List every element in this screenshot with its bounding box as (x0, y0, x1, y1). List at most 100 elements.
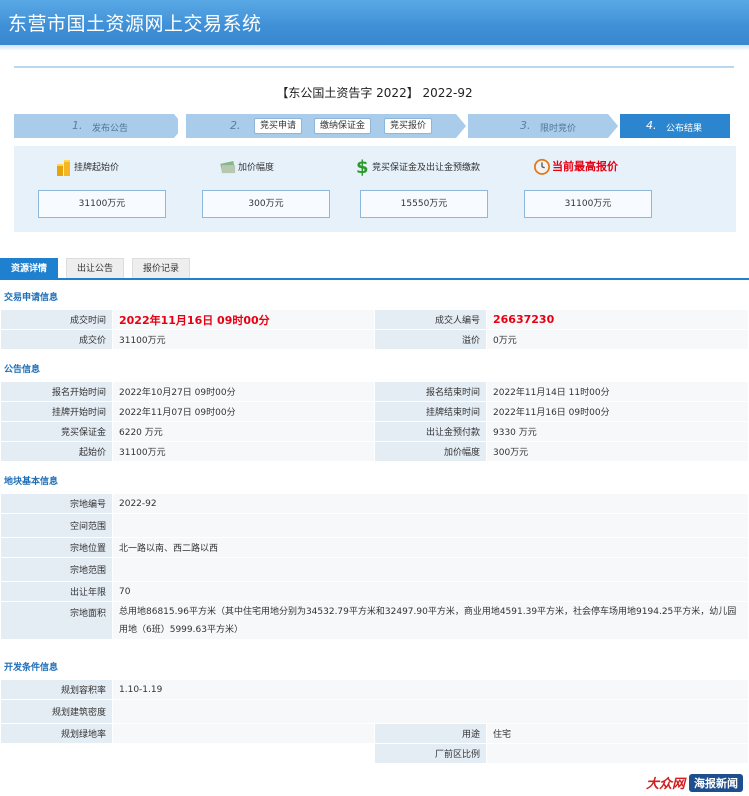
header-shadow (0, 45, 749, 51)
table-row: 报名开始时间 2022年10月27日 09时00分 报名结束时间 2022年11… (0, 381, 749, 402)
deal-time-label: 成交时间 (0, 309, 113, 330)
deal-time-value: 2022年11月16日 09时00分 (112, 309, 375, 330)
notice-table: 报名开始时间 2022年10月27日 09时00分 报名结束时间 2022年11… (0, 381, 749, 462)
inc-label: 加价幅度 (374, 441, 487, 462)
svg-text:$: $ (356, 157, 369, 176)
parcel-location-value: 北一路以南、西二路以西 (112, 537, 749, 558)
plant-ratio-value (486, 743, 749, 764)
highest-price-value: 31100万元 (524, 190, 652, 218)
step-2: 2. 竞买申请 缴纳保证金 竞买报价 (186, 114, 456, 138)
table-row: 成交价 31100万元 溢价 0万元 (0, 329, 749, 350)
far-value: 1.10-1.19 (112, 679, 749, 700)
list-start-value: 2022年11月07日 09时00分 (112, 401, 375, 422)
step-1-number: 1. (72, 119, 83, 132)
table-row: 宗地位置 北一路以南、西二路以西 (0, 537, 749, 558)
pay-deposit-button[interactable]: 缴纳保证金 (314, 118, 372, 134)
step-1: 1. 发布公告 (14, 114, 174, 138)
start-price-label: 挂牌起始价 (74, 163, 120, 173)
cash-icon (220, 161, 236, 174)
prepay-label: 出让金预付款 (374, 421, 487, 442)
step-3: 3. 限时竞价 (468, 114, 608, 138)
table-row: 规划容积率 1.10-1.19 (0, 679, 749, 700)
table-row: 厂前区比例 (0, 743, 749, 764)
list-end-value: 2022年11月16日 09时00分 (486, 401, 749, 422)
section-notice-heading: 公告信息 (4, 365, 41, 375)
step-4: 4. 公布结果 (620, 114, 730, 138)
deposit-label: 竞买保证金及出让金预缴款 (372, 163, 481, 173)
apply-button[interactable]: 竞买申请 (254, 118, 303, 134)
apply-start-value: 2022年10月27日 09时00分 (112, 381, 375, 402)
use-value: 住宅 (486, 723, 749, 744)
empty-cell (112, 743, 375, 764)
parcel-id-value: 2022-92 (112, 493, 749, 514)
clock-icon (534, 158, 550, 175)
table-row: 宗地编号 2022-92 (0, 493, 749, 514)
deposit-value: 15550万元 (360, 190, 488, 218)
divider (14, 66, 734, 68)
bid-button[interactable]: 竞买报价 (384, 118, 433, 134)
section-dev-heading: 开发条件信息 (4, 663, 59, 673)
start-value: 31100万元 (112, 441, 375, 462)
haibao-logo: 海报新闻 (689, 773, 743, 792)
tab-bid-records[interactable]: 报价记录 (132, 258, 191, 278)
table-row: 起始价 31100万元 加价幅度 300万元 (0, 441, 749, 462)
apply-end-label: 报名结束时间 (374, 381, 487, 402)
transfer-years-label: 出让年限 (0, 581, 113, 602)
apply-end-value: 2022年11月14日 11时00分 (486, 381, 749, 402)
parcel-area-label: 宗地面积 (0, 601, 113, 640)
tab-transfer-notice[interactable]: 出让公告 (66, 258, 125, 278)
deal-price-value: 31100万元 (112, 329, 375, 350)
step-1-label: 发布公告 (92, 124, 129, 134)
coins-icon (57, 160, 70, 176)
space-range-value (112, 513, 749, 538)
section-deal-heading: 交易申请信息 (4, 293, 59, 303)
space-range-label: 空间范围 (0, 513, 113, 538)
parcel-area-value: 总用地86815.96平方米（其中住宅用地分别为34532.79平方米和3249… (112, 601, 749, 640)
table-row: 成交时间 2022年11月16日 09时00分 成交人编号 26637230 (0, 309, 749, 330)
table-row: 空间范围 (0, 513, 749, 538)
list-end-label: 挂牌结束时间 (374, 401, 487, 422)
price-panel: 挂牌起始价 31100万元 加价幅度 300万元 $ 竞买保证金及出让金预缴款 … (14, 146, 736, 232)
progress-steps: 1. 发布公告 2. 竞买申请 缴纳保证金 竞买报价 3. 限时竞价 4. 公布… (14, 114, 730, 138)
table-row: 规划建筑密度 (0, 699, 749, 724)
watermark: 大众网 海报新闻 (646, 773, 743, 792)
apply-start-label: 报名开始时间 (0, 381, 113, 402)
step-3-label: 限时竞价 (540, 124, 577, 134)
parcel-range-value (112, 557, 749, 582)
buyer-id-label: 成交人编号 (374, 309, 487, 330)
deal-table: 成交时间 2022年11月16日 09时00分 成交人编号 26637230 成… (0, 309, 749, 350)
density-label: 规划建筑密度 (0, 699, 113, 724)
parcel-range-label: 宗地范围 (0, 557, 113, 582)
green-label: 规划绿地率 (0, 723, 113, 744)
step-4-label: 公布结果 (666, 124, 703, 134)
table-row: 宗地面积 总用地86815.96平方米（其中住宅用地分别为34532.79平方米… (0, 601, 749, 640)
start-label: 起始价 (0, 441, 113, 462)
bid-deposit-label: 竞买保证金 (0, 421, 113, 442)
table-row: 竞买保证金 6220 万元 出让金预付款 9330 万元 (0, 421, 749, 442)
bid-deposit-value: 6220 万元 (112, 421, 375, 442)
parcel-id-label: 宗地编号 (0, 493, 113, 514)
dev-table: 规划容积率 1.10-1.19 规划建筑密度 规划绿地率 用途 住宅 厂前区比例 (0, 679, 749, 764)
section-parcel-heading: 地块基本信息 (4, 477, 59, 487)
table-row: 挂牌开始时间 2022年11月07日 09时00分 挂牌结束时间 2022年11… (0, 401, 749, 422)
use-label: 用途 (374, 723, 487, 744)
deal-price-label: 成交价 (0, 329, 113, 350)
green-value (112, 723, 375, 744)
table-row: 规划绿地率 用途 住宅 (0, 723, 749, 744)
increment-label: 加价幅度 (238, 163, 275, 173)
list-start-label: 挂牌开始时间 (0, 401, 113, 422)
premium-label: 溢价 (374, 329, 487, 350)
parcel-table: 宗地编号 2022-92 空间范围 宗地位置 北一路以南、西二路以西 宗地范围 … (0, 493, 749, 640)
step-arrow (608, 114, 618, 138)
plant-ratio-label: 厂前区比例 (374, 743, 487, 764)
highest-price-label: 当前最高报价 (552, 160, 618, 173)
prepay-value: 9330 万元 (486, 421, 749, 442)
increment-value: 300万元 (202, 190, 330, 218)
table-row: 宗地范围 (0, 557, 749, 582)
site-title: 东营市国土资源网上交易系统 (8, 13, 262, 35)
parcel-location-label: 宗地位置 (0, 537, 113, 558)
step-arrow (456, 114, 466, 138)
tab-resource-detail[interactable]: 资源详情 (0, 258, 59, 278)
notice-title: 【东公国土资告字 2022】 2022-92 (276, 86, 473, 100)
transfer-years-value: 70 (112, 581, 749, 602)
